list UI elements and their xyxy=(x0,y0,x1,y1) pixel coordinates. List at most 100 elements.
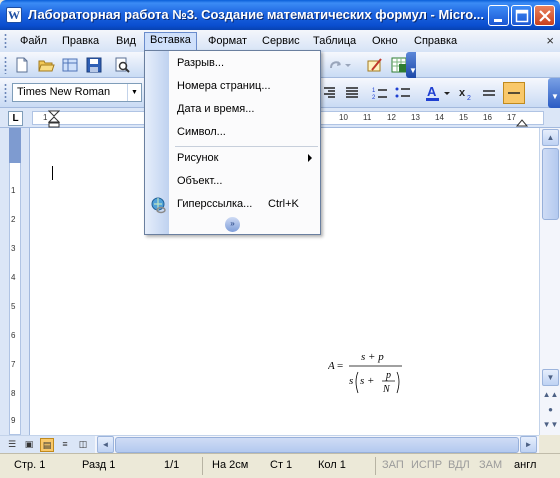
horizontal-scrollbar[interactable]: ◄ ► xyxy=(95,435,539,453)
formula-lhs: A xyxy=(328,360,335,372)
formatting-grip[interactable] xyxy=(4,83,7,103)
top-margin-area[interactable] xyxy=(9,128,21,163)
right-indent-marker-icon[interactable] xyxy=(516,118,528,127)
paren-right xyxy=(396,371,400,394)
menu-item-break[interactable]: Разрыв... xyxy=(145,53,320,75)
formatting-options-icon[interactable]: ▼ xyxy=(548,78,560,108)
scroll-left-icon[interactable]: ◄ xyxy=(97,436,114,453)
hscroll-thumb[interactable] xyxy=(115,437,519,453)
status-extend[interactable]: ВДЛ xyxy=(448,459,470,471)
menubar-grip[interactable] xyxy=(4,33,7,49)
font-name-combo[interactable]: Times New Roman ▼ xyxy=(12,83,142,102)
reading-layout-icon[interactable]: ◫ xyxy=(76,438,90,452)
menu-table[interactable]: Таблица xyxy=(307,33,362,50)
align-right-icon[interactable] xyxy=(320,84,338,102)
menu-item-object[interactable]: Объект... xyxy=(145,171,320,193)
ruler-number: 10 xyxy=(339,113,348,122)
status-overtype[interactable]: ЗАМ xyxy=(479,459,502,471)
scroll-thumb[interactable] xyxy=(542,148,559,220)
font-name-value: Times New Roman xyxy=(17,86,111,98)
bullets-icon[interactable] xyxy=(394,84,412,102)
vruler-number: 2 xyxy=(11,215,16,224)
status-language[interactable]: англ xyxy=(514,459,536,471)
title-bar[interactable]: W Лабораторная работа №3. Создание матем… xyxy=(0,0,560,30)
menu-insert[interactable]: Вставка xyxy=(144,32,197,51)
menu-item-symbol[interactable]: Символ... xyxy=(145,122,320,144)
ruler-number: 1 xyxy=(43,113,48,122)
menu-item-label: Разрыв... xyxy=(177,57,225,69)
menu-help[interactable]: Справка xyxy=(408,33,463,50)
print-layout-icon[interactable]: ▤ xyxy=(40,438,54,452)
status-track-changes[interactable]: ИСПР xyxy=(411,459,442,471)
menu-item-hyperlink[interactable]: Гиперссылка... Ctrl+K xyxy=(145,194,320,216)
menu-item-label: Рисунок xyxy=(177,152,219,164)
ruler-number: 16 xyxy=(483,113,492,122)
font-color-dropdown-icon[interactable] xyxy=(443,84,451,102)
minimize-button[interactable] xyxy=(488,5,509,26)
indent-marker-icon[interactable] xyxy=(48,110,60,128)
formula-numerator: s + p xyxy=(361,351,384,363)
svg-text:1: 1 xyxy=(372,88,376,94)
vruler-number: 9 xyxy=(11,416,16,425)
numbering-icon[interactable]: 12 xyxy=(371,84,389,102)
vertical-ruler: 1 2 3 4 5 6 7 8 9 xyxy=(0,128,30,435)
menu-edit[interactable]: Правка xyxy=(56,33,105,50)
tables-borders-icon[interactable] xyxy=(366,56,384,74)
menu-item-page-numbers[interactable]: Номера страниц... xyxy=(145,76,320,98)
close-document-icon[interactable]: × xyxy=(546,33,554,48)
status-position: На 2см xyxy=(212,459,249,471)
ruler-number: 13 xyxy=(411,113,420,122)
menu-file[interactable]: Файл xyxy=(14,33,53,50)
window-title: Лабораторная работа №3. Создание математ… xyxy=(28,7,484,22)
svg-text:2: 2 xyxy=(467,95,471,102)
new-document-icon[interactable] xyxy=(13,56,31,74)
scroll-right-icon[interactable]: ► xyxy=(520,436,537,453)
close-button[interactable] xyxy=(534,5,555,26)
vruler-number: 4 xyxy=(11,273,16,282)
menu-item-shortcut: Ctrl+K xyxy=(268,198,299,210)
ruler-number: 15 xyxy=(459,113,468,122)
vruler-number: 7 xyxy=(11,360,16,369)
highlight-icon[interactable] xyxy=(503,82,525,104)
normal-view-icon[interactable]: ☰ xyxy=(5,438,19,452)
save-icon[interactable] xyxy=(85,56,103,74)
web-layout-icon[interactable]: ▣ xyxy=(22,438,36,452)
vruler-number: 8 xyxy=(11,389,16,398)
next-page-icon[interactable]: ▼▼ xyxy=(542,417,559,434)
math-formula[interactable]: A = s + p s s + p N xyxy=(328,349,408,399)
toolbar-grip[interactable] xyxy=(4,56,7,74)
redo-dropdown-icon[interactable] xyxy=(343,56,353,74)
svg-text:x: x xyxy=(459,87,466,99)
scroll-up-icon[interactable]: ▲ xyxy=(542,129,559,146)
formula-inner-den: N xyxy=(382,384,391,395)
menu-item-date-time[interactable]: Дата и время... xyxy=(145,99,320,121)
insert-menu-dropdown: Разрыв... Номера страниц... Дата и время… xyxy=(144,50,321,235)
menu-item-label: Номера страниц... xyxy=(177,80,271,92)
expand-menu-icon[interactable]: » xyxy=(225,217,240,232)
word-app-icon[interactable]: W xyxy=(6,7,22,23)
menu-format[interactable]: Формат xyxy=(202,33,253,50)
menu-view[interactable]: Вид xyxy=(110,33,142,50)
open-folder-icon[interactable] xyxy=(37,56,55,74)
minimize-icon xyxy=(494,19,502,22)
tab-selector[interactable]: L xyxy=(8,111,23,126)
outline-view-icon[interactable]: ≡ xyxy=(58,438,72,452)
permission-icon[interactable] xyxy=(61,56,79,74)
ruler-number: 14 xyxy=(435,113,444,122)
maximize-button[interactable] xyxy=(511,5,532,26)
justify-icon[interactable] xyxy=(343,84,361,102)
print-preview-icon[interactable] xyxy=(113,56,131,74)
chevron-down-icon[interactable]: ▼ xyxy=(127,84,141,101)
toolbar-options-icon[interactable]: ▼ xyxy=(406,52,417,78)
menu-tools[interactable]: Сервис xyxy=(256,33,306,50)
submenu-arrow-icon xyxy=(308,154,312,162)
vertical-scrollbar[interactable]: ▲ ▼ ▲▲ ● ▼▼ xyxy=(539,128,560,435)
menu-window[interactable]: Окно xyxy=(366,33,404,50)
equal-icon[interactable] xyxy=(480,84,498,102)
font-color-icon[interactable]: A xyxy=(424,84,442,102)
scroll-down-icon[interactable]: ▼ xyxy=(542,369,559,386)
ruler-number: 11 xyxy=(363,113,372,122)
subscript-icon[interactable]: x2 xyxy=(457,84,475,102)
menu-item-picture[interactable]: Рисунок xyxy=(145,148,320,170)
status-record[interactable]: ЗАП xyxy=(382,459,404,471)
